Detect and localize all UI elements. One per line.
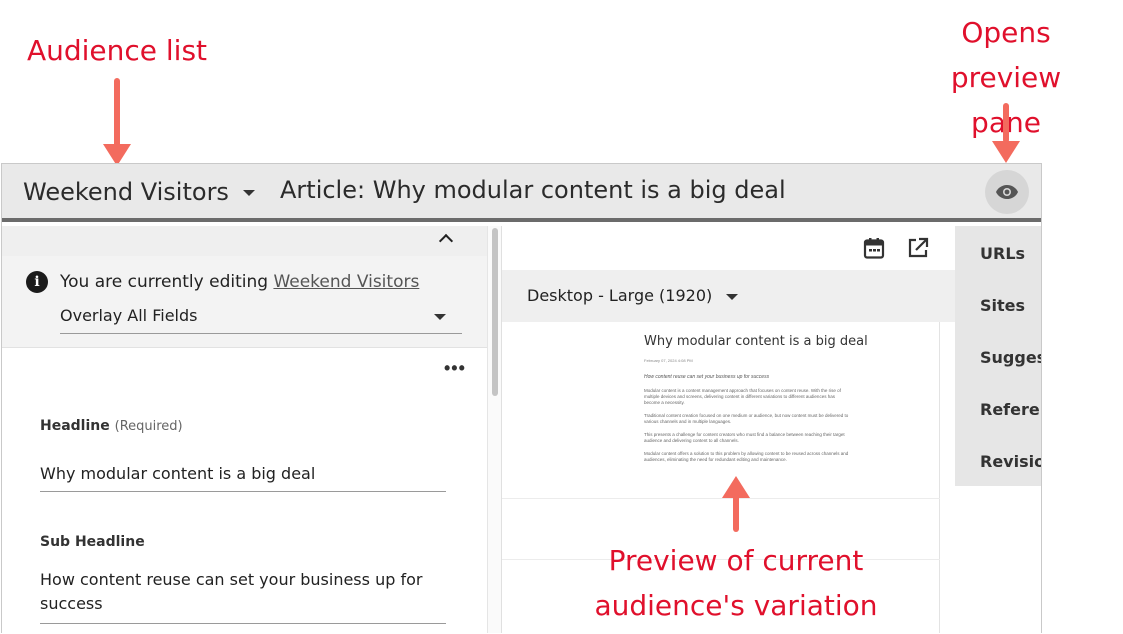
audience-label: Weekend Visitors	[23, 178, 229, 206]
app-window: Weekend Visitors Article: Why modular co…	[1, 163, 1042, 633]
annotation-opens-preview-line1: Opens preview	[950, 16, 1062, 94]
info-icon: i	[26, 271, 48, 293]
scrollbar-thumb[interactable]	[492, 228, 498, 396]
annotation-preview-line2: audience's variation	[594, 589, 878, 622]
tab-sites[interactable]: Sites	[980, 296, 1025, 315]
subheadline-field[interactable]: How content reuse can set your business …	[40, 568, 446, 624]
arrow-preview	[733, 494, 739, 532]
more-options-button[interactable]: •••	[444, 359, 466, 377]
headline-label-text: Headline	[40, 418, 110, 434]
annotation-preview-line1: Preview of current	[608, 544, 864, 577]
editor-scrollbar[interactable]	[487, 226, 501, 633]
side-tab-rail: URLs Sites Suggestions References Revisi…	[955, 226, 1041, 486]
arrow-head-opens-preview	[992, 141, 1020, 163]
preview-toggle-button[interactable]	[985, 170, 1029, 214]
annotation-audience-list: Audience list	[26, 34, 208, 67]
chevron-down-icon	[242, 190, 255, 196]
preview-paragraph: Traditional content creation focused on …	[644, 413, 849, 424]
editing-audience-link[interactable]: Weekend Visitors	[273, 272, 419, 292]
preview-paragraph: This presents a challenge for content cr…	[644, 432, 845, 443]
editing-context-text: You are currently editing Weekend Visito…	[60, 272, 419, 292]
preview-paragraph: Modular content is a content management …	[644, 388, 841, 405]
arrow-opens-preview	[1003, 103, 1009, 143]
open-external-icon[interactable]	[907, 237, 929, 259]
editor-panel: i You are currently editing Weekend Visi…	[2, 226, 487, 633]
editing-prefix: You are currently editing	[60, 272, 269, 292]
preview-paragraph: Modular content offers a solution to thi…	[644, 451, 849, 462]
headline-label: Headline (Required)	[40, 418, 183, 434]
side-tab-rail-clip: URLs Sites Suggestions References Revisi…	[955, 226, 1041, 486]
chevron-down-icon	[726, 293, 739, 300]
preview-article-date: February 07, 2024 4:08 PM	[644, 358, 693, 363]
preview-article-title: Why modular content is a big deal	[644, 334, 868, 349]
overlay-mode-select[interactable]: Overlay All Fields	[60, 302, 462, 334]
annotation-preview: Preview of current audience's variation	[590, 538, 882, 628]
eye-icon	[996, 185, 1018, 199]
device-label: Desktop - Large (1920)	[527, 286, 713, 305]
preview-article-subtitle: How content reuse can set your business …	[644, 374, 770, 380]
tab-references[interactable]: References	[980, 400, 1041, 419]
calendar-icon[interactable]	[863, 237, 885, 259]
collapse-strip	[2, 226, 487, 256]
chevron-up-icon[interactable]	[438, 233, 454, 249]
page-title: Article: Why modular content is a big de…	[280, 176, 786, 204]
tab-suggestions[interactable]: Suggestions	[980, 348, 1041, 367]
required-note: (Required)	[114, 419, 183, 434]
subheadline-label: Sub Headline	[40, 534, 145, 550]
device-select[interactable]: Desktop - Large (1920)	[527, 286, 739, 305]
device-bar: Desktop - Large (1920)	[502, 270, 956, 322]
audience-select[interactable]: Weekend Visitors	[23, 175, 255, 209]
chevron-down-icon	[434, 314, 446, 320]
headline-field[interactable]: Why modular content is a big deal	[40, 462, 446, 492]
tab-urls[interactable]: URLs	[980, 244, 1025, 263]
tab-revisions[interactable]: Revisions	[980, 452, 1041, 471]
preview-toolbar	[502, 226, 956, 270]
overlay-mode-label: Overlay All Fields	[60, 306, 198, 325]
header-bar: Weekend Visitors Article: Why modular co…	[2, 164, 1041, 222]
editing-context: i You are currently editing Weekend Visi…	[2, 256, 487, 348]
arrow-audience-list	[114, 78, 120, 148]
preview-divider	[502, 498, 940, 499]
